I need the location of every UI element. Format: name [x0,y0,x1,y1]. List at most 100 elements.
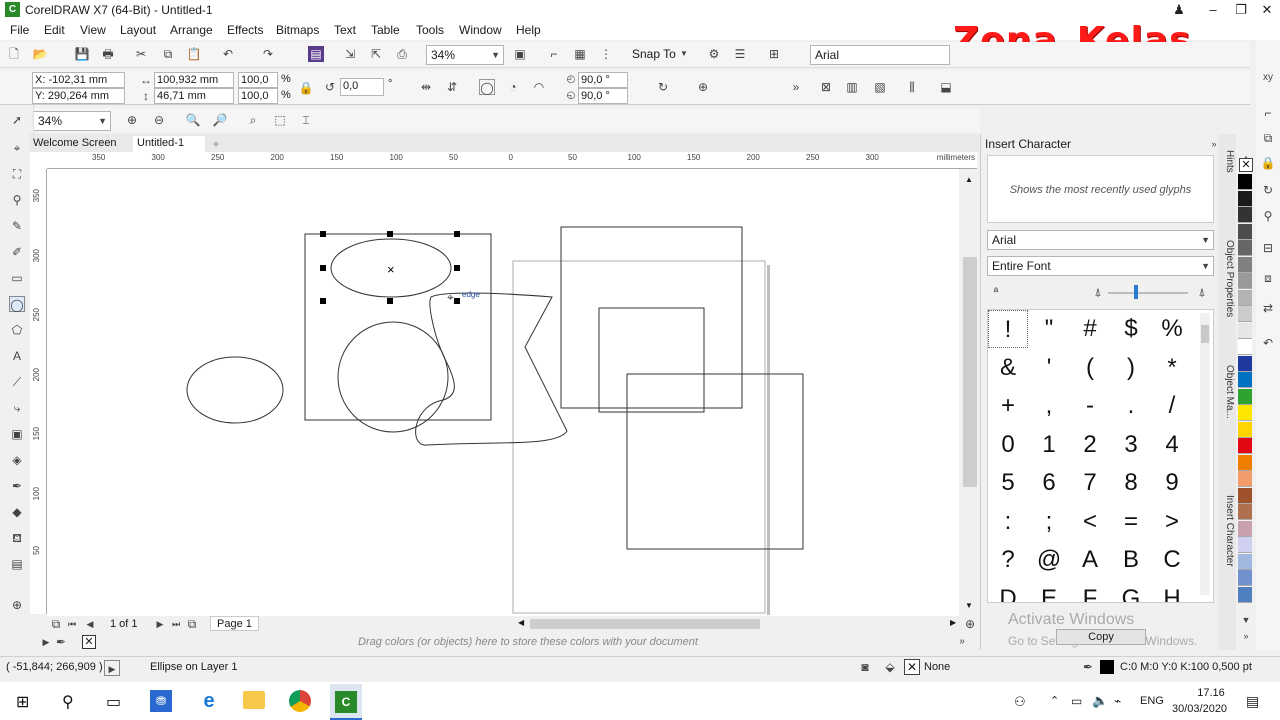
glyph-cell[interactable]: @ [1029,541,1069,579]
glyph-cell[interactable]: : [988,503,1028,541]
polygon-tool-icon[interactable]: ⬠ [9,322,25,338]
more-options-icon[interactable]: » [788,79,804,95]
zoom-tool-icon[interactable]: ⚲ [9,192,25,208]
vertical-scroll-thumb[interactable] [963,257,977,487]
color-swatch[interactable] [1238,207,1252,223]
mirror-vertical-icon[interactable]: ⇵ [444,79,460,95]
drawing-canvas[interactable]: × ⌖ edge [47,169,959,616]
transparency-tool-icon[interactable]: ◈ [9,452,25,468]
first-page-icon[interactable]: ⏮ [64,616,80,632]
pie-mode-icon[interactable]: ◔ [505,79,521,95]
undo-side-icon[interactable]: ↶ [1260,335,1276,351]
arc-mode-icon[interactable]: ◠ [531,79,547,95]
start-angle-field[interactable]: 90,0 ° [578,72,628,88]
chrome-icon[interactable] [289,690,311,712]
scroll-right-icon[interactable]: ▶ [950,618,956,627]
color-swatch[interactable] [1238,256,1252,273]
glyph-cell[interactable]: A [1070,541,1110,579]
publish-pdf-icon[interactable]: ⎙ [394,46,410,62]
glyph-cell[interactable]: E [1029,580,1069,603]
color-swatch[interactable] [1238,322,1252,339]
menu-arrange[interactable]: Arrange [170,23,213,37]
character-filter-combo[interactable]: Entire Font ▼ [987,256,1214,276]
palette-expand-icon[interactable]: » [1238,628,1254,644]
color-swatch[interactable] [1238,553,1252,570]
add-page-icon[interactable]: ⧉ [184,616,200,632]
outline-pen-status-icon[interactable]: ✒ [1080,659,1096,675]
language-indicator[interactable]: ENG [1140,695,1164,707]
tab-object-manager[interactable]: Object Ma... [1221,365,1235,419]
quick-customize-icon[interactable]: ⬓ [938,79,954,95]
hint-icon[interactable]: ⌐ [1260,105,1276,121]
zoom-levels-combo[interactable]: 34% ▼ [33,111,111,131]
color-swatch[interactable] [1238,174,1252,190]
glyph-scroll-thumb[interactable] [1201,325,1209,343]
network-icon[interactable]: ▭ [1071,694,1082,708]
menu-tools[interactable]: Tools [416,23,444,37]
search-icon[interactable]: ⚲ [62,692,74,712]
glyph-cell[interactable]: $ [1111,310,1151,348]
glyph-cell[interactable]: ; [1029,503,1069,541]
zoom-corner-icon[interactable]: ⊕ [962,616,978,632]
menu-edit[interactable]: Edit [44,23,65,37]
glyph-cell[interactable]: H [1152,580,1192,603]
glyph-size-slider-handle[interactable] [1134,285,1138,299]
user-icon[interactable]: ♟ [1166,1,1192,19]
glyph-cell[interactable]: G [1111,580,1151,603]
color-swatch[interactable] [1238,273,1252,289]
open-folder-icon[interactable]: 📂 [32,46,48,62]
glyph-cell[interactable]: 6 [1029,464,1069,502]
copy-button[interactable]: Copy [1056,629,1146,645]
artistic-media-icon[interactable]: ✐ [9,244,25,260]
to-front-icon[interactable]: ▧ [872,79,888,95]
glyph-size-slider[interactable] [1108,292,1188,294]
tab-insert-character[interactable]: Insert Character [1221,495,1235,567]
last-page-icon[interactable]: ⏭ [168,616,184,632]
menu-table[interactable]: Table [371,23,400,37]
color-swatch[interactable] [1238,372,1252,388]
add-tool-icon[interactable]: ⊕ [9,597,25,613]
no-color-swatch[interactable]: ✕ [82,635,96,649]
show-guidelines-icon[interactable]: ⋮ [598,46,614,62]
menu-help[interactable]: Help [516,23,541,37]
edge-browser-icon[interactable]: e [198,690,220,712]
mirror-horizontal-icon[interactable]: ⇹ [418,79,434,95]
color-swatch[interactable] [1238,537,1252,553]
chevron-down-icon[interactable]: ▼ [676,46,692,62]
glyph-cell[interactable]: / [1152,387,1192,425]
show-rulers-icon[interactable]: ⌐ [546,46,562,62]
scale-height-field[interactable]: 100,0 [238,88,278,104]
fill-icon[interactable]: ⬙ [882,659,898,675]
font-list-combo[interactable]: Arial [810,45,950,65]
text-tool-icon[interactable]: A [9,348,25,364]
freehand-tool-icon[interactable]: ✎ [9,218,25,234]
glyph-cell[interactable]: , [1029,387,1069,425]
menu-file[interactable]: File [10,23,29,37]
zoom-height-icon[interactable]: ⌶ [298,112,314,128]
paste-icon[interactable]: 📋 [186,46,202,62]
parallel-dimension-icon[interactable]: ⟋ [9,374,25,390]
palette-down-icon[interactable]: ▼ [1238,612,1254,628]
object-width-field[interactable]: 100,932 mm [154,72,234,88]
align-distribute-icon[interactable]: ⫼ [904,79,920,95]
horizontal-ruler[interactable]: 350 300 250 200 150 100 50 0 50 100 150 200 250 300 m… [47,152,977,169]
ruler-origin[interactable] [30,152,47,169]
color-swatch[interactable] [1238,421,1252,438]
application-launcher-icon[interactable]: ☰ [732,46,748,62]
show-hidden-icons-icon[interactable]: ⌃ [1050,694,1059,707]
export-icon[interactable]: ⇱ [368,46,384,62]
scroll-left-icon[interactable]: ◀ [518,618,524,627]
people-icon[interactable]: ⚇ [1014,694,1026,710]
transform-icon[interactable]: ⧉ [1260,130,1276,146]
minimize-button[interactable]: – [1200,1,1226,19]
scroll-up-icon[interactable]: ▲ [965,175,973,184]
horizontal-scroll-thumb[interactable] [530,619,760,629]
clock-time[interactable]: 17.16 [1186,687,1236,699]
glyph-cell[interactable]: = [1111,503,1151,541]
glyph-cell[interactable]: 5 [988,464,1028,502]
rectangle-tool-icon[interactable]: ▭ [9,270,25,286]
menu-text[interactable]: Text [334,23,356,37]
scroll-down-icon[interactable]: ▼ [965,601,973,610]
color-swatch[interactable] [1238,471,1252,487]
recent-glyphs-box[interactable]: Shows the most recently used glyphs [987,155,1214,223]
